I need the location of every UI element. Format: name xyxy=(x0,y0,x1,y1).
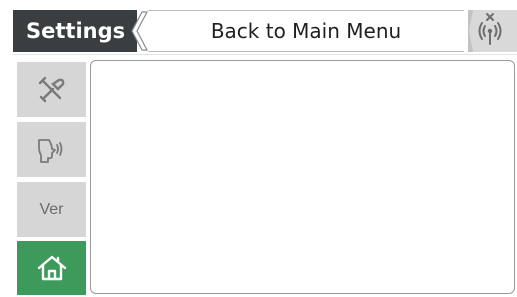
sidebar-item-home[interactable] xyxy=(17,241,86,295)
content-panel xyxy=(90,60,515,294)
sidebar-item-version[interactable]: Ver xyxy=(17,182,86,237)
voice-icon xyxy=(37,138,62,163)
header-divider xyxy=(13,54,517,55)
antenna-disconnected-icon xyxy=(464,10,502,52)
home-icon xyxy=(37,255,66,281)
page-title-text: Settings xyxy=(26,19,126,43)
back-to-main-menu-button[interactable]: Back to Main Menu xyxy=(148,10,464,52)
back-chevron-icon[interactable] xyxy=(130,10,150,52)
page-title: Settings xyxy=(13,10,137,52)
sidebar-item-voice[interactable] xyxy=(17,122,86,177)
sidebar-item-version-label: Ver xyxy=(39,200,64,218)
tools-icon xyxy=(38,76,64,102)
connection-status-button[interactable] xyxy=(464,10,517,52)
back-button-label: Back to Main Menu xyxy=(210,19,402,43)
sidebar-item-tools[interactable] xyxy=(17,62,86,117)
